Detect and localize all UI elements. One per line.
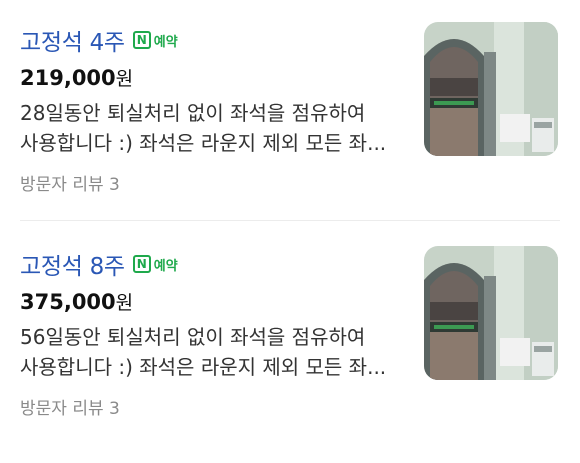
title-row: 고정석 8주 N 예약 <box>20 248 178 280</box>
naver-booking-badge: N 예약 <box>132 30 178 50</box>
price-currency: 원 <box>115 68 134 90</box>
product-description: 56일동안 퇴실처리 없이 좌석을 점유하여 사용합니다 :) 좌석은 라운지 … <box>20 322 410 382</box>
booking-label: 예약 <box>153 34 178 50</box>
review-count[interactable]: 방문자 리뷰 3 <box>20 394 120 419</box>
naver-n-icon: N <box>132 255 151 273</box>
room-photo-icon <box>424 246 558 380</box>
price-value: 375,000 <box>20 290 116 314</box>
product-description: 28일동안 퇴실처리 없이 좌석을 점유하여 사용합니다 :) 좌석은 라운지 … <box>20 98 410 158</box>
price-value: 219,000 <box>20 66 116 90</box>
description-line: 사용합니다 :) 좌석은 라운지 제외 모든 좌... <box>20 131 387 155</box>
product-title[interactable]: 고정석 4주 <box>20 23 125 57</box>
price-currency: 원 <box>115 292 134 314</box>
product-list: 고정석 4주 N 예약 219,000 원 28일동안 퇴실처리 없이 좌석을 … <box>0 0 580 463</box>
naver-n-icon: N <box>132 31 151 49</box>
booking-label: 예약 <box>153 258 178 274</box>
list-item[interactable]: 고정석 8주 N 예약 375,000 원 56일동안 퇴실처리 없이 좌석을 … <box>0 224 580 419</box>
naver-booking-badge: N 예약 <box>132 254 178 274</box>
product-thumbnail[interactable] <box>424 246 558 380</box>
description-line: 사용합니다 :) 좌석은 라운지 제외 모든 좌... <box>20 355 387 379</box>
room-photo-icon <box>424 22 558 156</box>
price-row: 375,000 원 <box>20 288 133 316</box>
review-count[interactable]: 방문자 리뷰 3 <box>20 170 120 195</box>
title-row: 고정석 4주 N 예약 <box>20 24 178 56</box>
description-line: 28일동안 퇴실처리 없이 좌석을 점유하여 <box>20 101 366 125</box>
list-item[interactable]: 고정석 4주 N 예약 219,000 원 28일동안 퇴실처리 없이 좌석을 … <box>0 0 580 195</box>
product-title[interactable]: 고정석 8주 <box>20 247 125 281</box>
product-thumbnail[interactable] <box>424 22 558 156</box>
divider <box>20 220 560 221</box>
price-row: 219,000 원 <box>20 64 133 92</box>
description-line: 56일동안 퇴실처리 없이 좌석을 점유하여 <box>20 325 366 349</box>
